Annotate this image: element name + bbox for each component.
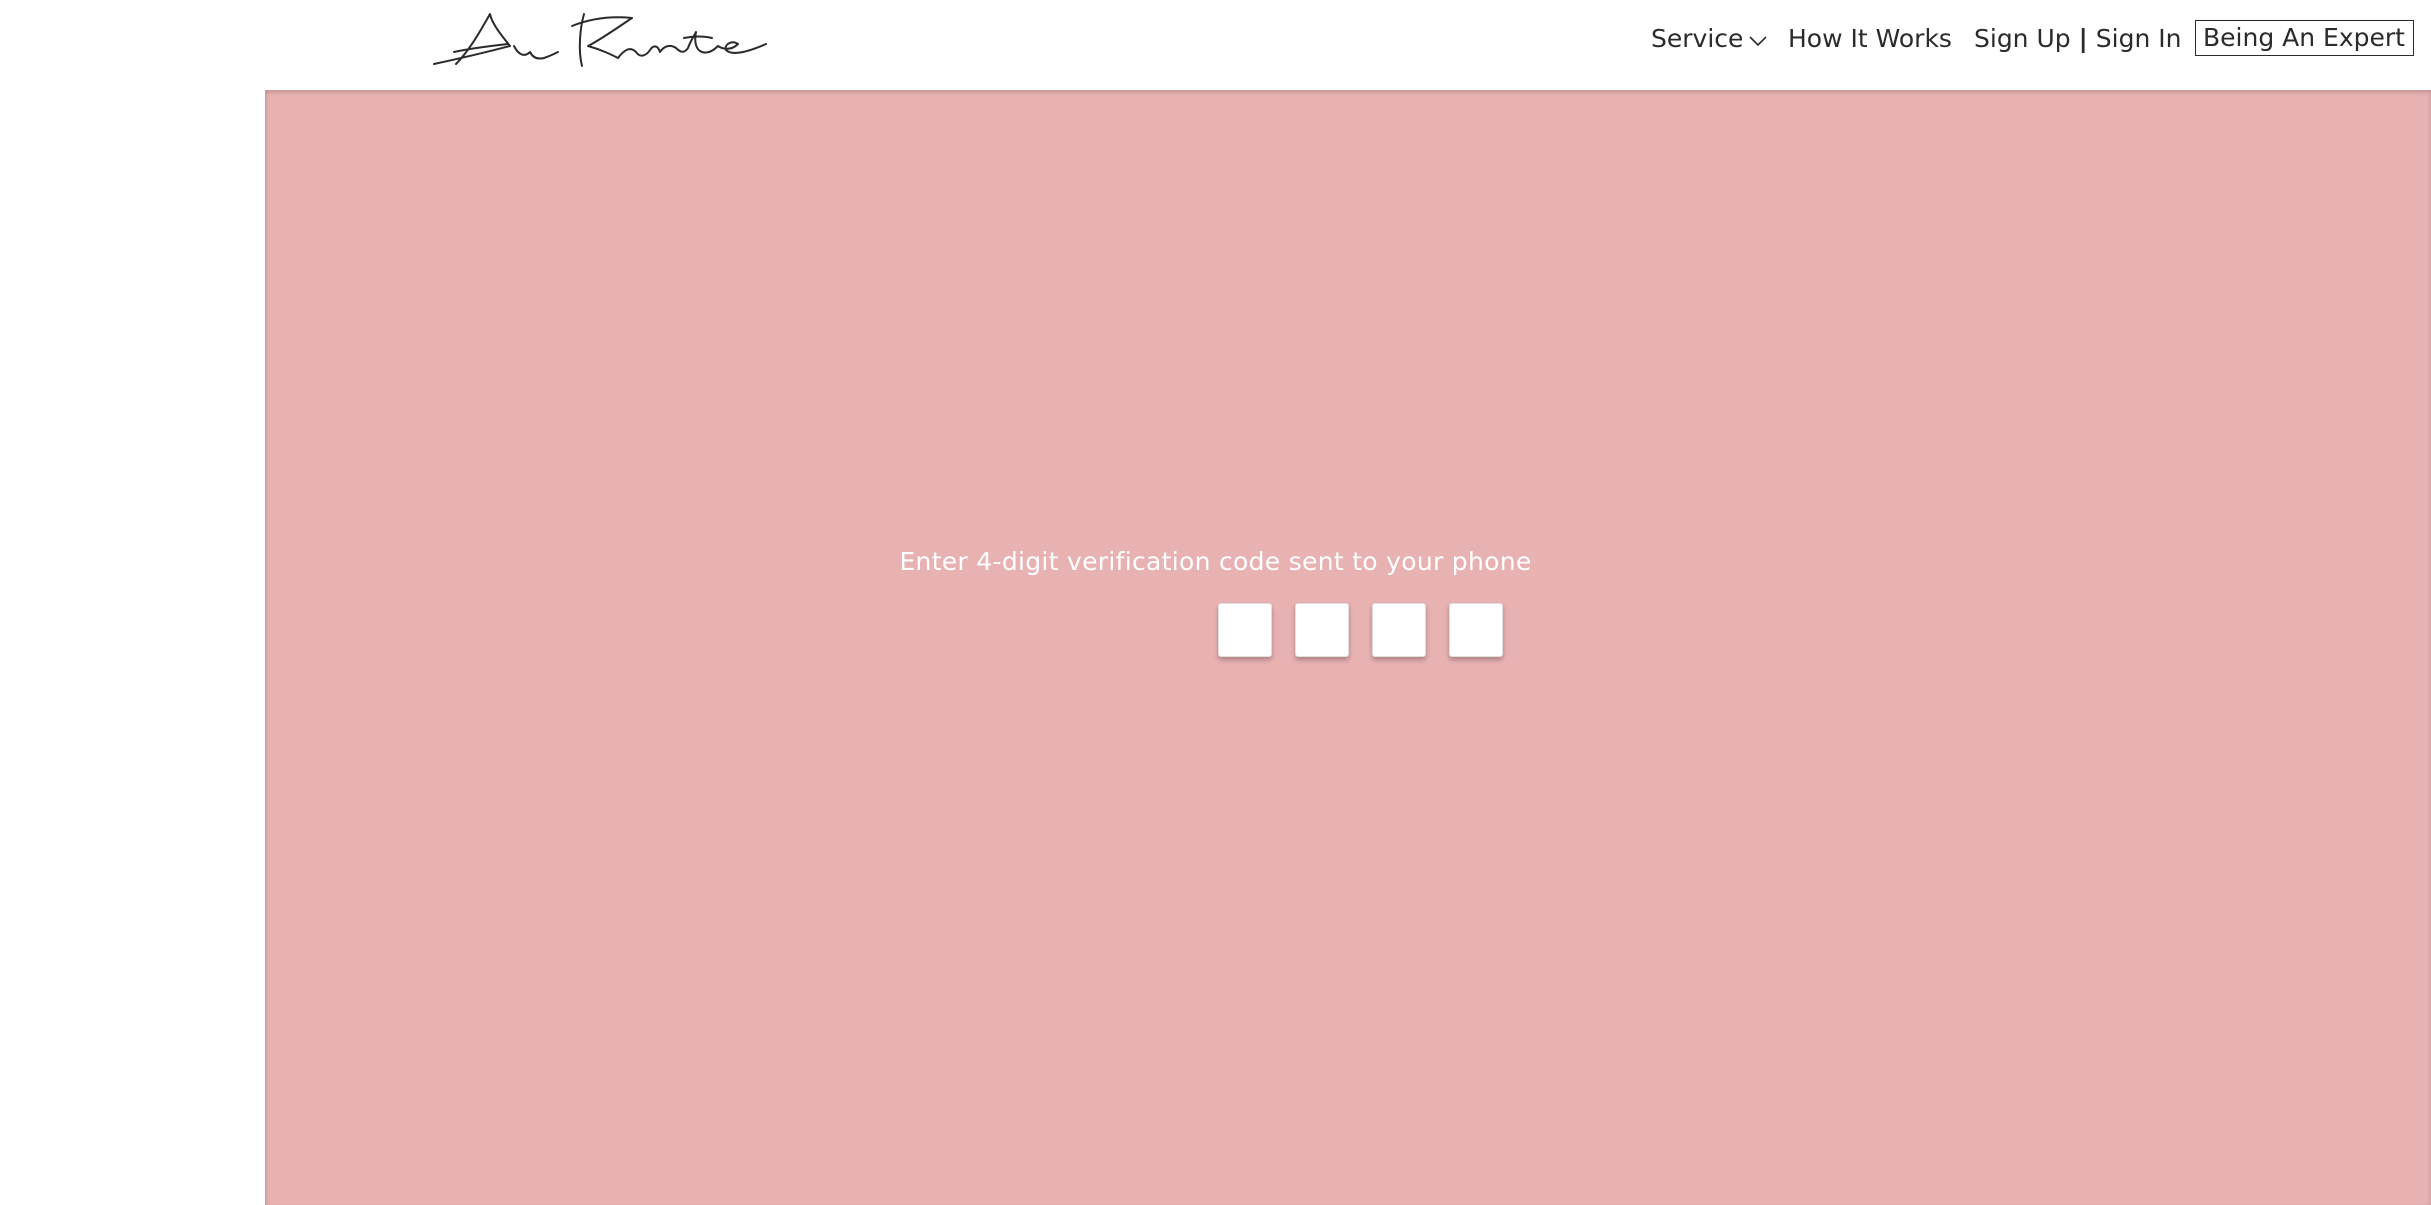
nav-how-it-works-link[interactable]: How It Works [1788, 22, 1952, 56]
auth-separator: | [2078, 24, 2088, 53]
nav-service-label: Service [1651, 24, 1744, 53]
sign-up-link[interactable]: Sign Up [1974, 22, 2071, 56]
logo[interactable] [432, 6, 768, 72]
logo-signature [433, 13, 767, 67]
nav-auth-group: Sign Up | Sign In [1974, 22, 2182, 56]
sign-in-link[interactable]: Sign In [2096, 22, 2182, 56]
code-digit-4[interactable] [1449, 603, 1503, 657]
page: Service How It Works Sign Up | Sign In B… [0, 0, 2431, 1205]
code-digit-2[interactable] [1295, 603, 1349, 657]
site-header: Service How It Works Sign Up | Sign In B… [0, 0, 2431, 90]
chevron-down-icon [1749, 35, 1767, 46]
being-an-expert-button[interactable]: Being An Expert [2195, 20, 2414, 56]
verification-code-inputs [1218, 603, 1503, 657]
nav-service-dropdown[interactable]: Service [1651, 22, 1767, 56]
code-digit-3[interactable] [1372, 603, 1426, 657]
verification-prompt: Enter 4-digit verification code sent to … [899, 547, 1532, 576]
code-digit-1[interactable] [1218, 603, 1272, 657]
